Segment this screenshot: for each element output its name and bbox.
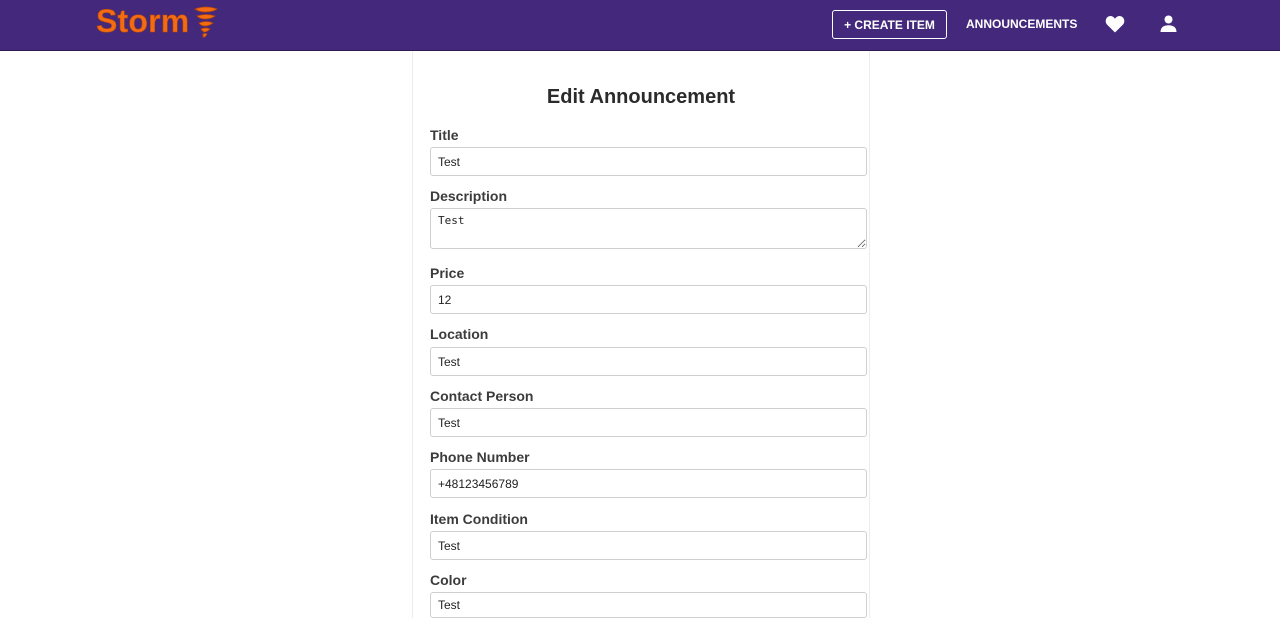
- title-label: Title: [430, 127, 459, 143]
- item-condition-label: Item Condition: [430, 511, 528, 527]
- location-input[interactable]: [430, 347, 867, 376]
- tornado-icon: [194, 6, 219, 38]
- announcements-link[interactable]: ANNOUNCEMENTS: [966, 17, 1077, 31]
- top-navbar: Storm + CREATE ITEM ANNOUNCEMENTS: [0, 0, 1280, 51]
- price-label: Price: [430, 265, 465, 281]
- contact-person-input[interactable]: [430, 408, 867, 437]
- price-input[interactable]: [430, 285, 867, 314]
- heart-icon[interactable]: [1105, 15, 1125, 33]
- phone-number-input[interactable]: [430, 469, 867, 498]
- user-icon[interactable]: [1160, 15, 1177, 32]
- create-item-button[interactable]: + CREATE ITEM: [832, 10, 947, 39]
- contact-person-label: Contact Person: [430, 388, 534, 404]
- location-label: Location: [430, 326, 489, 342]
- item-condition-input[interactable]: [430, 531, 867, 560]
- description-label: Description: [430, 188, 508, 204]
- phone-number-label: Phone Number: [430, 449, 530, 465]
- title-input[interactable]: [430, 147, 867, 176]
- color-input[interactable]: [430, 592, 867, 618]
- description-textarea[interactable]: Test: [430, 208, 867, 249]
- page-title: Edit Announcement: [546, 86, 736, 108]
- brand-logo[interactable]: Storm: [96, 3, 219, 40]
- brand-name: Storm: [96, 3, 190, 40]
- color-label: Color: [430, 572, 467, 588]
